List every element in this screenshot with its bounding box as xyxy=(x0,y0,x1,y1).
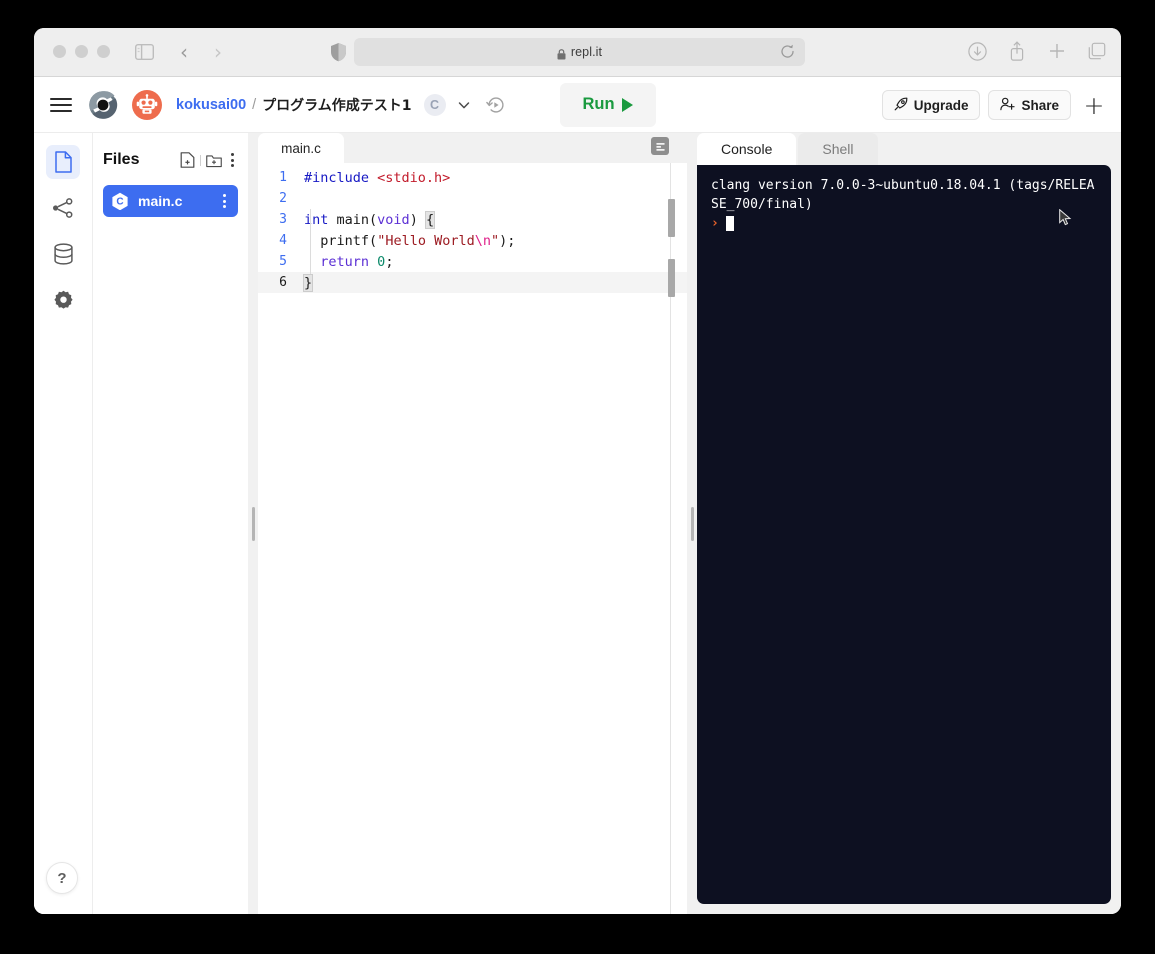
new-folder-icon[interactable] xyxy=(206,152,222,168)
scrollbar-marker[interactable] xyxy=(668,259,675,297)
line-number: 2 xyxy=(279,191,287,206)
terminal-prompt-row: › xyxy=(711,214,1097,233)
download-icon[interactable] xyxy=(967,40,987,62)
run-button-label: Run xyxy=(582,95,615,113)
list-item-label: main.c xyxy=(138,193,183,209)
page-title[interactable]: プログラム作成テスト1 xyxy=(262,95,411,115)
app-header: kokusai00 / プログラム作成テスト1 C Run Upgrade Sh… xyxy=(34,77,1121,133)
tab-overview-icon[interactable] xyxy=(1087,40,1107,62)
upgrade-button[interactable]: Upgrade xyxy=(881,90,981,120)
person-add-icon xyxy=(1000,97,1016,114)
back-button[interactable]: ‹ xyxy=(174,40,194,64)
browser-toolbar-right xyxy=(967,40,1107,62)
code-line: 2 xyxy=(258,188,687,209)
tab-main-c[interactable]: main.c xyxy=(258,133,344,163)
code-line: 5 return 0; xyxy=(258,251,687,272)
shield-icon[interactable] xyxy=(328,41,348,63)
language-badge[interactable]: C xyxy=(423,93,446,116)
scrollbar-thumb[interactable] xyxy=(668,199,675,237)
forward-button[interactable]: › xyxy=(208,40,228,64)
code-lines: 1 #include <stdio.h> 2 3 int main(void) { … xyxy=(258,163,687,293)
files-panel-header: Files xyxy=(103,147,238,173)
terminal-line: clang version 7.0.0-3~ubuntu0.18.04.1 (t… xyxy=(711,178,1095,212)
sidebar-toggle-icon[interactable] xyxy=(134,42,154,62)
zoom-window-button[interactable] xyxy=(97,45,110,58)
breadcrumb-separator: / xyxy=(252,96,257,113)
sidebar-item-database[interactable] xyxy=(46,237,80,271)
c-language-icon: C xyxy=(111,192,129,211)
add-button[interactable]: + xyxy=(1079,90,1109,120)
tab-console[interactable]: Console xyxy=(697,133,797,165)
history-revert-icon[interactable] xyxy=(485,95,506,115)
files-panel-actions xyxy=(179,151,238,169)
browser-window: ‹ › repl.it kokusai00 / プログラム作成テスト1 C Ru… xyxy=(34,28,1121,914)
play-triangle-icon xyxy=(621,97,633,112)
line-number: 1 xyxy=(279,170,287,185)
run-button[interactable]: Run xyxy=(559,82,656,127)
new-tab-icon[interactable] xyxy=(1047,40,1067,62)
url-text: repl.it xyxy=(570,45,603,59)
line-number: 6 xyxy=(279,275,287,290)
browser-chrome: ‹ › repl.it xyxy=(34,28,1121,77)
console-tabbar: Console Shell xyxy=(697,133,1111,165)
lock-icon xyxy=(557,47,566,59)
terminal-output[interactable]: clang version 7.0.0-3~ubuntu0.18.04.1 (t… xyxy=(697,165,1111,904)
sidebar-item-settings[interactable] xyxy=(46,283,80,317)
url-bar[interactable]: repl.it xyxy=(354,38,805,66)
terminal-prompt: › xyxy=(711,216,719,231)
terminal-cursor xyxy=(725,216,734,231)
line-number: 4 xyxy=(279,233,287,248)
code-line: 1 #include <stdio.h> xyxy=(258,167,687,188)
share-label: Share xyxy=(1021,97,1059,113)
editor-console-splitter[interactable] xyxy=(687,133,697,914)
code-editor[interactable]: 1 #include <stdio.h> 2 3 int main(void) { … xyxy=(258,163,687,914)
help-button[interactable]: ? xyxy=(46,862,78,894)
window-controls xyxy=(53,45,110,58)
code-line: 6} xyxy=(258,272,687,293)
new-file-icon[interactable] xyxy=(179,152,195,168)
robot-avatar-icon[interactable] xyxy=(132,89,162,120)
list-item[interactable]: C main.c xyxy=(103,185,238,217)
sidebar-item-files[interactable] xyxy=(46,145,80,179)
share-button[interactable]: Share xyxy=(988,90,1071,120)
chevron-down-icon[interactable] xyxy=(457,98,471,112)
rocket-icon xyxy=(894,97,908,114)
replit-logo-icon[interactable] xyxy=(88,90,118,120)
minimize-window-button[interactable] xyxy=(75,45,88,58)
code-line: 3 int main(void) { xyxy=(258,209,687,230)
files-panel-menu-icon[interactable] xyxy=(227,151,238,169)
sidebar-item-version-control[interactable] xyxy=(46,191,80,225)
line-number: 3 xyxy=(279,212,287,227)
close-window-button[interactable] xyxy=(53,45,66,58)
format-code-icon[interactable] xyxy=(651,137,669,155)
workspace: ? Files C main.c main.c 1 #include <stdi… xyxy=(34,133,1121,914)
editor-panel: main.c 1 #include <stdio.h> 2 3 int main(v… xyxy=(258,133,687,914)
indent-guide xyxy=(310,209,311,274)
sidebar-rail: ? xyxy=(34,133,92,914)
files-panel: Files C main.c xyxy=(92,133,248,914)
divider xyxy=(200,154,201,166)
share-icon[interactable] xyxy=(1007,40,1027,62)
breadcrumb: kokusai00 / プログラム作成テスト1 xyxy=(176,95,412,115)
console-panel: Console Shell clang version 7.0.0-3~ubun… xyxy=(697,133,1121,914)
upgrade-label: Upgrade xyxy=(913,97,969,113)
code-line: 4 printf("Hello World\n"); xyxy=(258,230,687,251)
reload-icon[interactable] xyxy=(780,44,795,59)
files-panel-title: Files xyxy=(103,151,140,168)
line-number: 5 xyxy=(279,254,287,269)
tab-shell[interactable]: Shell xyxy=(798,133,878,165)
hamburger-menu-icon[interactable] xyxy=(50,94,72,116)
file-menu-icon[interactable] xyxy=(219,192,230,210)
editor-tabbar: main.c xyxy=(258,133,687,163)
files-editor-splitter[interactable] xyxy=(248,133,258,914)
svg-text:C: C xyxy=(116,197,123,208)
breadcrumb-username[interactable]: kokusai00 xyxy=(176,97,246,113)
header-actions: Upgrade Share + xyxy=(881,77,1109,133)
